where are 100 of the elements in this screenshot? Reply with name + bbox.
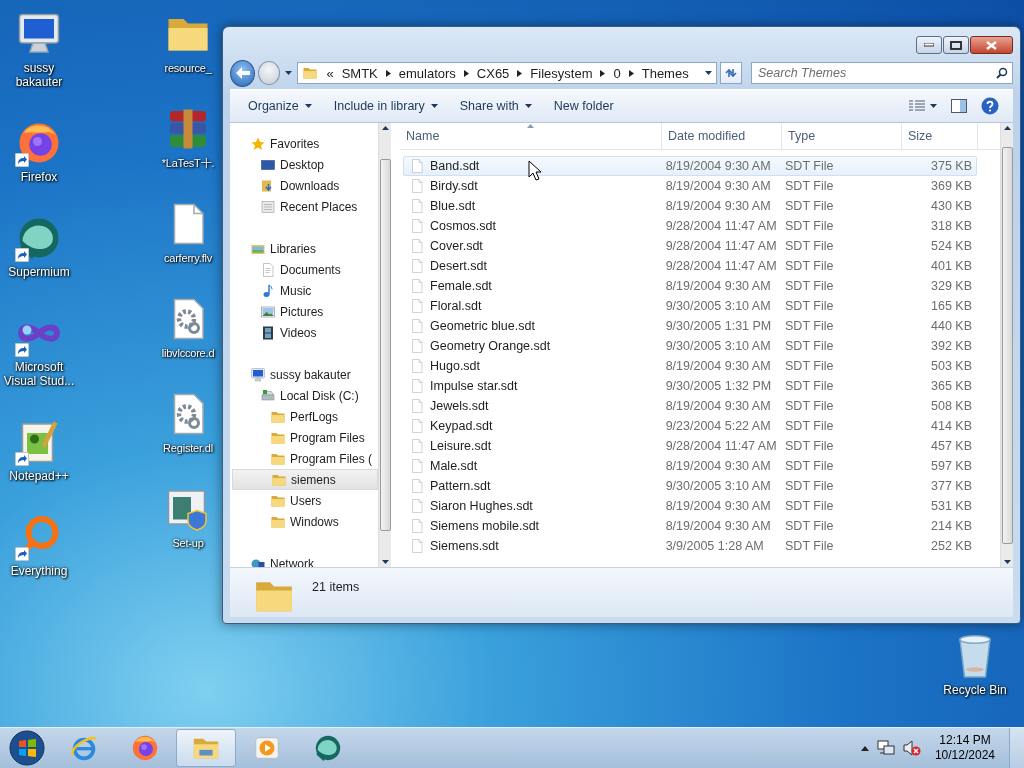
file-size: 401 KB	[930, 259, 973, 273]
date-modified: 9/28/2004 11:47 AM	[664, 219, 778, 233]
file-name: Geometry Orange.sdt	[430, 339, 551, 353]
caret-icon	[285, 71, 293, 75]
file-row[interactable]: Floral.sdt 9/30/2005 3:10 AM SDT File 165 KB	[403, 296, 977, 316]
desktop-icon[interactable]: *LaTesT十.	[156, 103, 220, 172]
file-row[interactable]: Siemens mobile.sdt 8/19/2004 9:30 AM SDT File 214 KB	[403, 516, 977, 536]
show-hidden-icons-button[interactable]	[860, 745, 869, 751]
volume-button[interactable]	[902, 740, 921, 756]
file-row[interactable]: Leisure.sdt 9/28/2004 11:47 AM SDT File 457 KB	[403, 436, 977, 456]
nav-item[interactable]: Videos	[232, 322, 378, 343]
file-type: SDT File	[784, 439, 835, 453]
file-name: Female.sdt	[430, 279, 492, 293]
file-row[interactable]: Female.sdt 8/19/2004 9:30 AM SDT File 329 KB	[403, 276, 977, 296]
nav-item[interactable]: Local Disk (C:)	[232, 385, 378, 406]
scrollbar[interactable]	[1000, 123, 1013, 567]
date-modified: 8/19/2004 9:30 AM	[664, 459, 772, 473]
date-modified: 9/30/2005 3:10 AM	[664, 339, 772, 353]
toolbar-button[interactable]: New folder	[543, 95, 624, 117]
nav-item[interactable]: Pictures	[232, 301, 378, 322]
back-button[interactable]	[230, 59, 256, 87]
desktop-icon[interactable]: Recycle Bin	[936, 630, 1014, 699]
file-row[interactable]: Pattern.sdt 9/30/2005 3:10 AM SDT File 377 KB	[403, 476, 977, 496]
file-row[interactable]: Desert.sdt 9/28/2004 11:47 AM SDT File 401 KB	[403, 256, 977, 276]
toolbar-button[interactable]: Organize	[238, 95, 322, 117]
column-header[interactable]: Date modified	[662, 123, 782, 149]
nav-item[interactable]: Recent Places	[232, 196, 378, 217]
document-icon	[409, 158, 425, 174]
column-header[interactable]: Size	[902, 123, 978, 149]
network-button[interactable]	[876, 740, 895, 756]
file-size: 165 KB	[930, 299, 973, 313]
column-header[interactable]: Type	[782, 123, 902, 149]
overflow-chevron[interactable]: «	[326, 65, 334, 81]
desktop-icon[interactable]: Firefox	[0, 117, 78, 186]
breadcrumb[interactable]: CX65	[476, 65, 510, 81]
toolbar-button[interactable]: Include in library	[323, 95, 448, 117]
file-row[interactable]: Blue.sdt 8/19/2004 9:30 AM SDT File 430 KB	[403, 196, 977, 216]
file-row[interactable]: Cover.sdt 9/28/2004 11:47 AM SDT File 524 KB	[403, 236, 977, 256]
close-button[interactable]	[970, 36, 1013, 54]
folder-icon	[302, 65, 319, 81]
file-row[interactable]: Siaron Hughes.sdt 8/19/2004 9:30 AM SDT File 531 KB	[403, 496, 977, 516]
nav-item[interactable]: Program Files	[232, 427, 378, 448]
refresh-icon	[723, 67, 738, 79]
file-row[interactable]: Siemens.sdt 3/9/2005 1:28 AM SDT File 252 KB	[403, 536, 977, 556]
column-header[interactable]: Name	[400, 123, 662, 149]
nav-item[interactable]: Favorites	[232, 133, 378, 154]
document-icon	[260, 261, 276, 278]
file-type: SDT File	[784, 539, 835, 553]
file-size: 329 KB	[930, 279, 973, 293]
maximize-button[interactable]	[943, 36, 969, 54]
taskbar-app-button[interactable]	[176, 729, 236, 767]
refresh-button[interactable]	[719, 62, 742, 84]
desktop-icon[interactable]: Supermium	[0, 212, 78, 281]
breadcrumb[interactable]: 0	[613, 65, 621, 81]
date-modified: 9/28/2004 11:47 AM	[664, 259, 778, 273]
desktop-icon[interactable]: resource_	[156, 8, 220, 77]
address-bar[interactable]: « SMTK emulators CX65 Filesystem 0 Themes	[297, 62, 717, 84]
file-size: 365 KB	[930, 379, 973, 393]
file-row[interactable]: Male.sdt 8/19/2004 9:30 AM SDT File 597 KB	[403, 456, 977, 476]
file-row[interactable]: Birdy.sdt 8/19/2004 9:30 AM SDT File 369 KB	[403, 176, 977, 196]
file-row[interactable]: Geometric blue.sdt 9/30/2005 1:31 PM SDT File 440 KB	[403, 316, 977, 336]
file-row[interactable]: Jewels.sdt 8/19/2004 9:30 AM SDT File 508 KB	[403, 396, 977, 416]
nav-item[interactable]: Downloads	[232, 175, 378, 196]
desktop-icon[interactable]: carferry.flv	[156, 198, 220, 267]
recent-pages-button[interactable]	[283, 71, 295, 75]
nav-item[interactable]: Desktop	[232, 154, 378, 175]
date-modified: 9/30/2005 1:31 PM	[664, 319, 773, 333]
nav-item[interactable]: siemens	[232, 469, 378, 490]
file-name: Keypad.sdt	[430, 419, 493, 433]
breadcrumb[interactable]: emulators	[398, 65, 456, 81]
file-row[interactable]: Geometry Orange.sdt 9/30/2005 3:10 AM SDT File 392 KB	[403, 336, 977, 356]
nav-item[interactable]: Music	[232, 280, 378, 301]
nav-item[interactable]: Users	[232, 490, 378, 511]
date-modified: 9/23/2004 5:22 AM	[664, 419, 772, 433]
nav-item[interactable]: Windows	[232, 511, 378, 532]
nav-item[interactable]: Libraries	[232, 238, 378, 259]
breadcrumb[interactable]: Themes	[641, 65, 689, 81]
file-type: SDT File	[784, 339, 835, 353]
nav-item[interactable]: sussy bakauter	[232, 364, 378, 385]
toolbar-button[interactable]: Share with	[449, 95, 542, 117]
file-name: Pattern.sdt	[430, 479, 491, 493]
file-size: 440 KB	[930, 319, 973, 333]
nav-item[interactable]: Documents	[232, 259, 378, 280]
breadcrumb[interactable]: SMTK	[341, 65, 378, 81]
file-row[interactable]: Cosmos.sdt 9/28/2004 11:47 AM SDT File 318 KB	[403, 216, 977, 236]
minimize-button[interactable]	[916, 36, 942, 54]
file-name: Blue.sdt	[430, 199, 476, 213]
file-row[interactable]: Band.sdt 8/19/2004 9:30 AM SDT File 375 KB	[403, 156, 977, 176]
search-field[interactable]: Search Themes	[751, 62, 1013, 84]
file-type: SDT File	[784, 259, 835, 273]
nav-item[interactable]: PerfLogs	[232, 406, 378, 427]
clock[interactable]: 12:14 PM 10/12/2024	[928, 733, 1001, 763]
desktop-icon[interactable]: sussy bakauter	[0, 8, 78, 91]
breadcrumb[interactable]: Filesystem	[530, 65, 593, 81]
file-row[interactable]: Hugo.sdt 8/19/2004 9:30 AM SDT File 503 KB	[403, 356, 977, 376]
nav-item[interactable]: Program Files (	[232, 448, 378, 469]
file-row[interactable]: Keypad.sdt 9/23/2004 5:22 AM SDT File 414 KB	[403, 416, 977, 436]
file-row[interactable]: Impulse star.sdt 9/30/2005 1:32 PM SDT File 365 KB	[403, 376, 977, 396]
document-icon	[409, 398, 425, 414]
scrollbar[interactable]	[378, 123, 391, 567]
